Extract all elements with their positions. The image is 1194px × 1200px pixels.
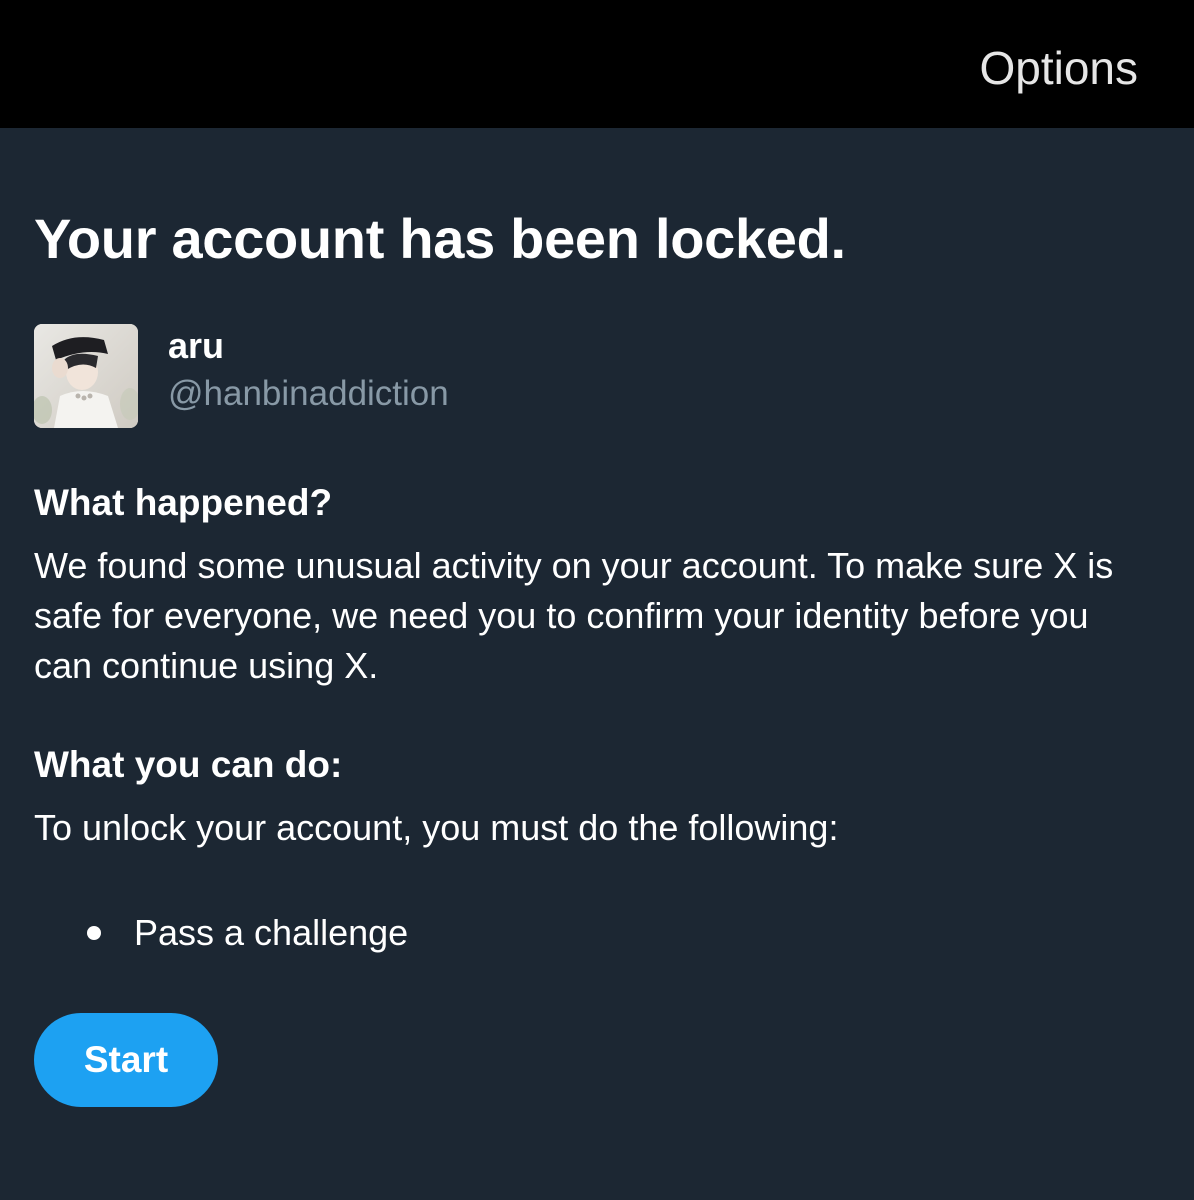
top-bar: Options <box>0 0 1194 128</box>
what-happened-body: We found some unusual activity on your a… <box>34 545 1114 686</box>
what-you-can-do-heading: What you can do: <box>34 744 343 785</box>
account-card: aru @hanbinaddiction <box>34 324 734 429</box>
display-name: aru <box>168 325 225 366</box>
avatar <box>34 324 138 428</box>
account-handle: @hanbinaddiction <box>168 374 449 413</box>
start-button[interactable]: Start <box>34 1013 218 1107</box>
page-title: Your account has been locked. <box>34 207 846 270</box>
what-happened-heading: What happened? <box>34 482 333 523</box>
what-you-can-do-body: To unlock your account, you must do the … <box>34 807 839 848</box>
options-button[interactable]: Options <box>979 40 1138 96</box>
bullet-icon <box>87 926 101 940</box>
list-item: Pass a challenge <box>34 908 834 958</box>
list-item-label: Pass a challenge <box>134 912 409 953</box>
avatar-image <box>34 324 138 428</box>
